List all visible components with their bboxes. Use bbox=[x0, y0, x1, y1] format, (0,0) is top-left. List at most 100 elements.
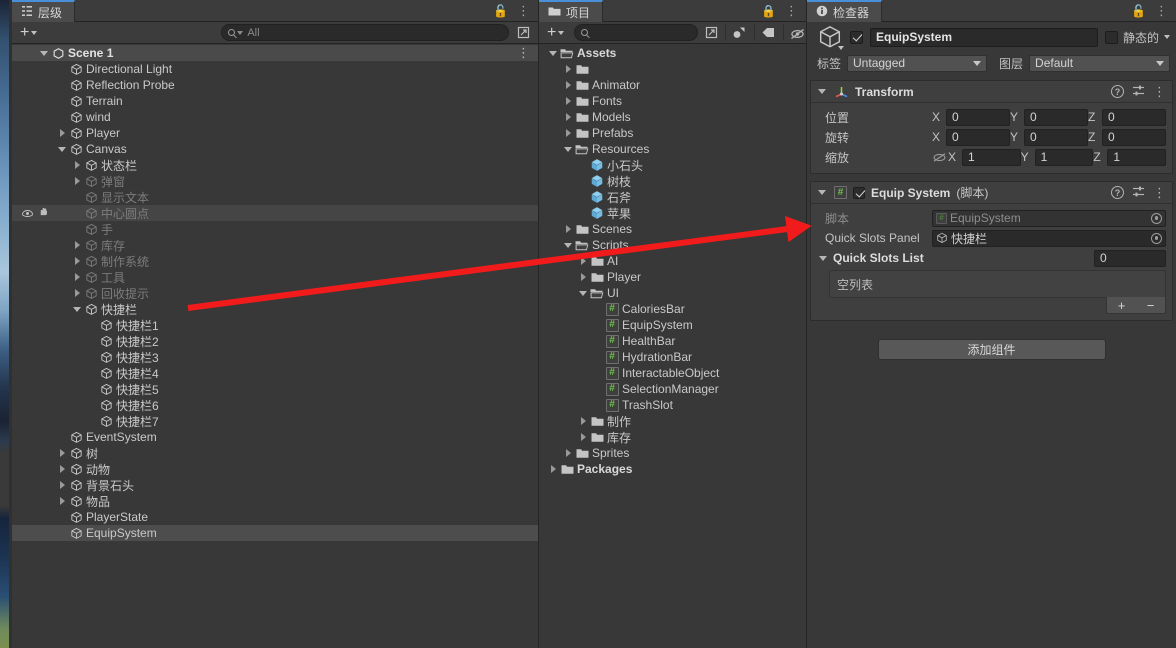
tree-row[interactable]: 库存 bbox=[539, 429, 806, 445]
tree-row[interactable]: 快捷栏5 bbox=[12, 381, 538, 397]
transform-menu-icon[interactable]: ⋮ bbox=[1153, 84, 1166, 100]
tree-row[interactable]: AI bbox=[539, 253, 806, 269]
tree-expand-arrow[interactable] bbox=[577, 417, 589, 425]
tree-expand-arrow[interactable] bbox=[562, 242, 574, 248]
tree-row[interactable]: # TrashSlot bbox=[539, 397, 806, 413]
gameobject-name-input[interactable]: EquipSystem bbox=[870, 27, 1098, 47]
tree-row[interactable]: 快捷栏2 bbox=[12, 333, 538, 349]
tree-row[interactable]: 手 bbox=[12, 221, 538, 237]
transform-foldout-arrow[interactable] bbox=[816, 89, 828, 94]
tree-row[interactable]: 中心圆点 bbox=[12, 205, 538, 221]
lock-icon[interactable]: 🔓 bbox=[493, 5, 508, 17]
tree-row[interactable]: Models bbox=[539, 109, 806, 125]
tree-row[interactable]: PlayerState bbox=[12, 509, 538, 525]
tree-row[interactable]: 工具 bbox=[12, 269, 538, 285]
tree-row[interactable]: 石斧 bbox=[539, 189, 806, 205]
quick-slots-panel-field[interactable]: 快捷栏 bbox=[932, 229, 1166, 247]
tree-row[interactable]: 回收提示 bbox=[12, 285, 538, 301]
create-asset-button[interactable]: + bbox=[543, 24, 568, 41]
tab-hierarchy[interactable]: 层级 bbox=[12, 0, 76, 22]
tree-expand-arrow[interactable] bbox=[562, 449, 574, 457]
tree-row[interactable]: Directional Light bbox=[12, 61, 538, 77]
tree-row[interactable]: Prefabs bbox=[539, 125, 806, 141]
tree-expand-arrow[interactable] bbox=[562, 146, 574, 152]
tree-row[interactable]: Terrain bbox=[12, 93, 538, 109]
tree-expand-arrow[interactable] bbox=[56, 481, 68, 489]
tree-row[interactable]: Scenes bbox=[539, 221, 806, 237]
scene-expand-arrow[interactable] bbox=[38, 50, 50, 56]
tree-expand-arrow[interactable] bbox=[577, 273, 589, 281]
hand-icon[interactable] bbox=[38, 206, 49, 220]
tree-row[interactable]: 苹果 bbox=[539, 205, 806, 221]
preset-icon[interactable] bbox=[1132, 185, 1145, 201]
scene-root-row[interactable]: Scene 1 ⋮ bbox=[12, 45, 538, 61]
rotation-z-input[interactable]: 0 bbox=[1102, 128, 1166, 146]
transform-header[interactable]: Transform ? ⋮ bbox=[811, 81, 1172, 103]
tree-row[interactable]: 快捷栏6 bbox=[12, 397, 538, 413]
tree-row[interactable]: Canvas bbox=[12, 141, 538, 157]
tree-expand-arrow[interactable] bbox=[71, 273, 83, 281]
tree-expand-arrow[interactable] bbox=[71, 241, 83, 249]
position-x-input[interactable]: 0 bbox=[946, 108, 1010, 126]
tree-expand-arrow[interactable] bbox=[56, 129, 68, 137]
project-search-input[interactable] bbox=[574, 24, 699, 41]
static-dropdown-icon[interactable] bbox=[1164, 35, 1170, 39]
tree-expand-arrow[interactable] bbox=[562, 225, 574, 233]
object-picker-icon[interactable] bbox=[1151, 232, 1162, 244]
tab-inspector[interactable]: 检查器 bbox=[807, 0, 883, 22]
tree-expand-arrow[interactable] bbox=[562, 129, 574, 137]
hierarchy-expand-icon[interactable] bbox=[513, 24, 534, 41]
tree-row[interactable]: 制作 bbox=[539, 413, 806, 429]
help-icon[interactable]: ? bbox=[1111, 186, 1124, 199]
scene-view-sliver[interactable] bbox=[0, 0, 12, 648]
tree-row[interactable]: Player bbox=[539, 269, 806, 285]
tree-row[interactable]: 显示文本 bbox=[12, 189, 538, 205]
tree-row[interactable]: # HydrationBar bbox=[539, 349, 806, 365]
tree-row[interactable]: # EquipSystem bbox=[539, 317, 806, 333]
tree-expand-arrow[interactable] bbox=[562, 81, 574, 89]
lock-icon[interactable]: 🔓 bbox=[1131, 5, 1146, 17]
tree-row[interactable]: Assets bbox=[539, 45, 806, 61]
tree-expand-arrow[interactable] bbox=[562, 65, 574, 73]
tree-expand-arrow[interactable] bbox=[547, 465, 559, 473]
quick-slots-list-size-input[interactable]: 0 bbox=[1094, 249, 1166, 267]
tree-row[interactable]: 小石头 bbox=[539, 157, 806, 173]
tree-row[interactable]: 树枝 bbox=[539, 173, 806, 189]
tree-row[interactable]: 制作系统 bbox=[12, 253, 538, 269]
inspector-menu-icon[interactable]: ⋮ bbox=[1155, 4, 1168, 17]
tree-row[interactable]: Resources bbox=[539, 141, 806, 157]
tree-row[interactable]: 快捷栏7 bbox=[12, 413, 538, 429]
tree-row[interactable]: wind bbox=[12, 109, 538, 125]
tree-row[interactable]: Fonts bbox=[539, 93, 806, 109]
search-by-label-icon[interactable] bbox=[754, 24, 780, 41]
tree-row[interactable]: Sprites bbox=[539, 445, 806, 461]
rotation-x-input[interactable]: 0 bbox=[946, 128, 1010, 146]
tree-row[interactable]: UI bbox=[539, 285, 806, 301]
list-remove-button[interactable]: − bbox=[1136, 297, 1165, 313]
equip-system-menu-icon[interactable]: ⋮ bbox=[1153, 185, 1166, 201]
tree-expand-arrow[interactable] bbox=[577, 290, 589, 296]
tree-row[interactable]: EventSystem bbox=[12, 429, 538, 445]
tree-row[interactable]: 树 bbox=[12, 445, 538, 461]
tree-row[interactable]: 动物 bbox=[12, 461, 538, 477]
tree-row[interactable]: # SelectionManager bbox=[539, 381, 806, 397]
tree-expand-arrow[interactable] bbox=[547, 50, 559, 56]
tree-row[interactable]: 快捷栏1 bbox=[12, 317, 538, 333]
equip-system-header[interactable]: # Equip System (脚本) ? ⋮ bbox=[811, 182, 1172, 204]
tree-row[interactable]: 快捷栏 bbox=[12, 301, 538, 317]
position-y-input[interactable]: 0 bbox=[1024, 108, 1088, 126]
scale-z-input[interactable]: 1 bbox=[1107, 148, 1167, 166]
tree-expand-arrow[interactable] bbox=[71, 161, 83, 169]
hierarchy-search-input[interactable]: All bbox=[221, 24, 509, 41]
equip-system-foldout-arrow[interactable] bbox=[816, 190, 828, 195]
tree-expand-arrow[interactable] bbox=[71, 289, 83, 297]
add-component-button[interactable]: 添加组件 bbox=[877, 339, 1106, 360]
tree-row[interactable]: 快捷栏3 bbox=[12, 349, 538, 365]
tree-row[interactable]: Player bbox=[12, 125, 538, 141]
tree-row[interactable]: 库存 bbox=[12, 237, 538, 253]
scale-x-input[interactable]: 1 bbox=[962, 148, 1021, 166]
project-expand-icon[interactable] bbox=[701, 24, 722, 41]
tree-row[interactable]: 背景石头 bbox=[12, 477, 538, 493]
constrain-proportions-icon[interactable] bbox=[932, 152, 948, 163]
tree-expand-arrow[interactable] bbox=[577, 433, 589, 441]
